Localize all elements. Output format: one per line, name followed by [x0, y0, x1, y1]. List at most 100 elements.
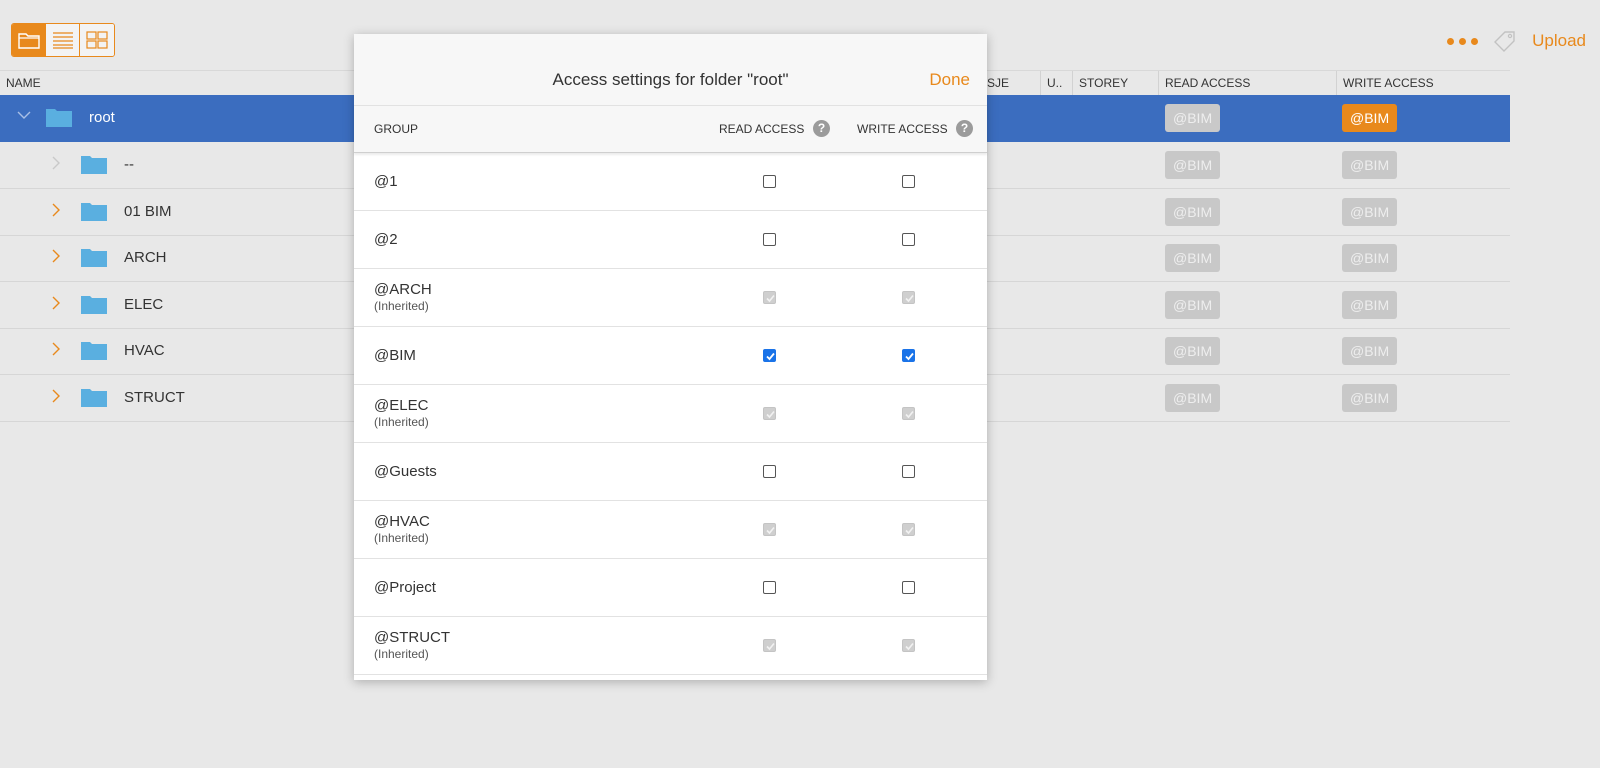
folder-view-icon	[17, 33, 40, 49]
write-access-help-icon[interactable]: ?	[956, 120, 973, 137]
folder-icon	[81, 249, 107, 267]
write-access-column-header: WRITE ACCESS	[857, 122, 948, 136]
group-name: @STRUCT	[374, 629, 451, 646]
write-access-badge: @BIM	[1342, 244, 1398, 272]
dialog-header: Access settings for folder "root" Done	[354, 34, 987, 105]
write-access-checkbox	[902, 407, 915, 420]
dialog-title: Access settings for folder "root"	[552, 70, 789, 89]
read-access-checkbox	[763, 639, 776, 652]
group-name: @Project	[374, 579, 436, 596]
folder-name: root	[89, 109, 115, 126]
read-access-badge: @BIM	[1165, 244, 1221, 272]
write-access-checkbox[interactable]	[902, 581, 915, 594]
folder-name: ELEC	[124, 296, 164, 313]
folder-icon	[81, 342, 107, 360]
chevron-right-icon[interactable]	[52, 156, 60, 173]
upload-button[interactable]: Upload	[1532, 31, 1586, 51]
write-access-badge: @BIM	[1342, 337, 1398, 365]
group-name: @ELEC	[374, 397, 429, 414]
list-view-button[interactable]	[46, 24, 80, 56]
read-access-checkbox[interactable]	[763, 175, 776, 188]
toolbar-actions: Upload	[1447, 28, 1586, 54]
group-row: @Guests	[354, 443, 987, 501]
write-access-badge: @BIM	[1342, 291, 1398, 319]
tag-icon[interactable]	[1492, 28, 1518, 54]
folder-icon	[81, 296, 107, 314]
read-access-checkbox[interactable]	[763, 233, 776, 246]
group-name: @BIM	[374, 347, 416, 364]
write-access-badge: @BIM	[1342, 104, 1398, 132]
column-read-access[interactable]: READ ACCESS	[1158, 71, 1336, 95]
read-access-checkbox	[763, 291, 776, 304]
read-access-help-icon[interactable]: ?	[813, 120, 830, 137]
write-access-checkbox	[902, 291, 915, 304]
write-access-badge: @BIM	[1342, 151, 1398, 179]
column-partial[interactable]: SJE	[987, 71, 1039, 95]
folder-name: --	[124, 156, 134, 173]
done-button[interactable]: Done	[929, 70, 970, 90]
column-write-access[interactable]: WRITE ACCESS	[1336, 71, 1510, 95]
read-access-badge: @BIM	[1165, 291, 1221, 319]
chevron-right-icon[interactable]	[52, 249, 60, 266]
read-access-checkbox[interactable]	[763, 349, 776, 362]
group-name: @2	[374, 231, 398, 248]
group-row: @Project	[354, 559, 987, 617]
chevron-right-icon[interactable]	[52, 296, 60, 313]
group-column-header: GROUP	[374, 122, 419, 136]
access-settings-dialog: Access settings for folder "root" Done G…	[354, 34, 987, 680]
view-toggle	[11, 23, 115, 57]
folder-icon	[46, 109, 72, 127]
folder-icon	[81, 156, 107, 174]
more-options-icon[interactable]	[1447, 37, 1479, 45]
inherited-label: (Inherited)	[374, 647, 429, 661]
read-access-checkbox[interactable]	[763, 465, 776, 478]
folder-icon	[81, 203, 107, 221]
group-name: @HVAC	[374, 513, 430, 530]
folder-name: ARCH	[124, 249, 167, 266]
write-access-checkbox	[902, 639, 915, 652]
chevron-right-icon[interactable]	[52, 389, 60, 406]
folder-name: 01 BIM	[124, 203, 172, 220]
read-access-checkbox	[763, 523, 776, 536]
inherited-label: (Inherited)	[374, 299, 429, 313]
folder-view-button[interactable]	[12, 24, 46, 56]
grid-view-button[interactable]	[80, 24, 114, 56]
write-access-checkbox[interactable]	[902, 465, 915, 478]
write-access-badge: @BIM	[1342, 198, 1398, 226]
read-access-column-header: READ ACCESS	[719, 122, 805, 136]
group-row: @ARCH (Inherited)	[354, 269, 987, 327]
write-access-checkbox[interactable]	[902, 175, 915, 188]
read-access-badge: @BIM	[1165, 151, 1221, 179]
chevron-right-icon[interactable]	[52, 203, 60, 220]
chevron-down-icon[interactable]	[17, 107, 31, 123]
group-name: @Guests	[374, 463, 437, 480]
group-row: @ELEC (Inherited)	[354, 385, 987, 443]
group-row: @HVAC (Inherited)	[354, 501, 987, 559]
groups-list: @1 @2 @ARCH (Inherited) @BIM @ELEC (Inherited)…	[354, 153, 987, 675]
grid-view-icon	[86, 31, 108, 49]
column-storey[interactable]: STOREY	[1072, 71, 1158, 95]
column-u[interactable]: U..	[1040, 71, 1072, 95]
read-access-badge: @BIM	[1165, 104, 1221, 132]
list-view-icon	[52, 32, 73, 49]
folder-name: HVAC	[124, 342, 165, 359]
group-name: @1	[374, 173, 398, 190]
column-name[interactable]: NAME	[0, 71, 355, 95]
write-access-badge: @BIM	[1342, 384, 1398, 412]
read-access-checkbox	[763, 407, 776, 420]
groups-table-header: GROUP READ ACCESS ? WRITE ACCESS ?	[354, 105, 987, 153]
chevron-right-icon[interactable]	[52, 342, 60, 359]
read-access-badge: @BIM	[1165, 198, 1221, 226]
group-row: @1	[354, 153, 987, 211]
write-access-checkbox[interactable]	[902, 349, 915, 362]
read-access-badge: @BIM	[1165, 337, 1221, 365]
group-row: @2	[354, 211, 987, 269]
group-name: @ARCH	[374, 281, 432, 298]
group-row: @BIM	[354, 327, 987, 385]
read-access-checkbox[interactable]	[763, 581, 776, 594]
write-access-checkbox	[902, 523, 915, 536]
inherited-label: (Inherited)	[374, 415, 429, 429]
folder-name: STRUCT	[124, 389, 185, 406]
read-access-badge: @BIM	[1165, 384, 1221, 412]
write-access-checkbox[interactable]	[902, 233, 915, 246]
